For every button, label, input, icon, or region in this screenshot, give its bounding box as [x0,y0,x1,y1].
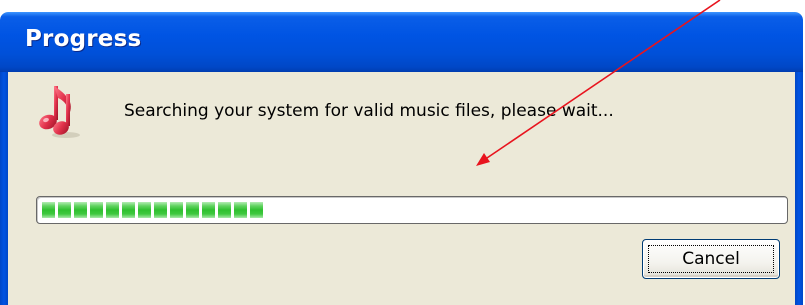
progress-block [90,202,103,218]
progress-block [138,202,151,218]
progress-block [74,202,87,218]
window-frame-right [795,72,803,305]
progress-block [234,202,247,218]
cancel-button[interactable]: Cancel [642,239,780,279]
window-frame-left [0,72,8,305]
status-message: Searching your system for valid music fi… [124,101,614,121]
progress-block [122,202,135,218]
window-title: Progress [25,26,142,52]
progress-block [186,202,199,218]
progress-block [42,202,55,218]
progress-block [250,202,263,218]
progress-block [202,202,215,218]
progress-block [154,202,167,218]
cancel-button-label: Cancel [682,249,740,269]
progress-block [170,202,183,218]
progress-bar [36,196,788,224]
progress-block [106,202,119,218]
title-bar[interactable]: Progress [0,12,803,72]
progress-block [218,202,231,218]
progress-block [58,202,71,218]
progress-bar-fill [42,202,266,218]
music-note-icon [39,86,80,138]
